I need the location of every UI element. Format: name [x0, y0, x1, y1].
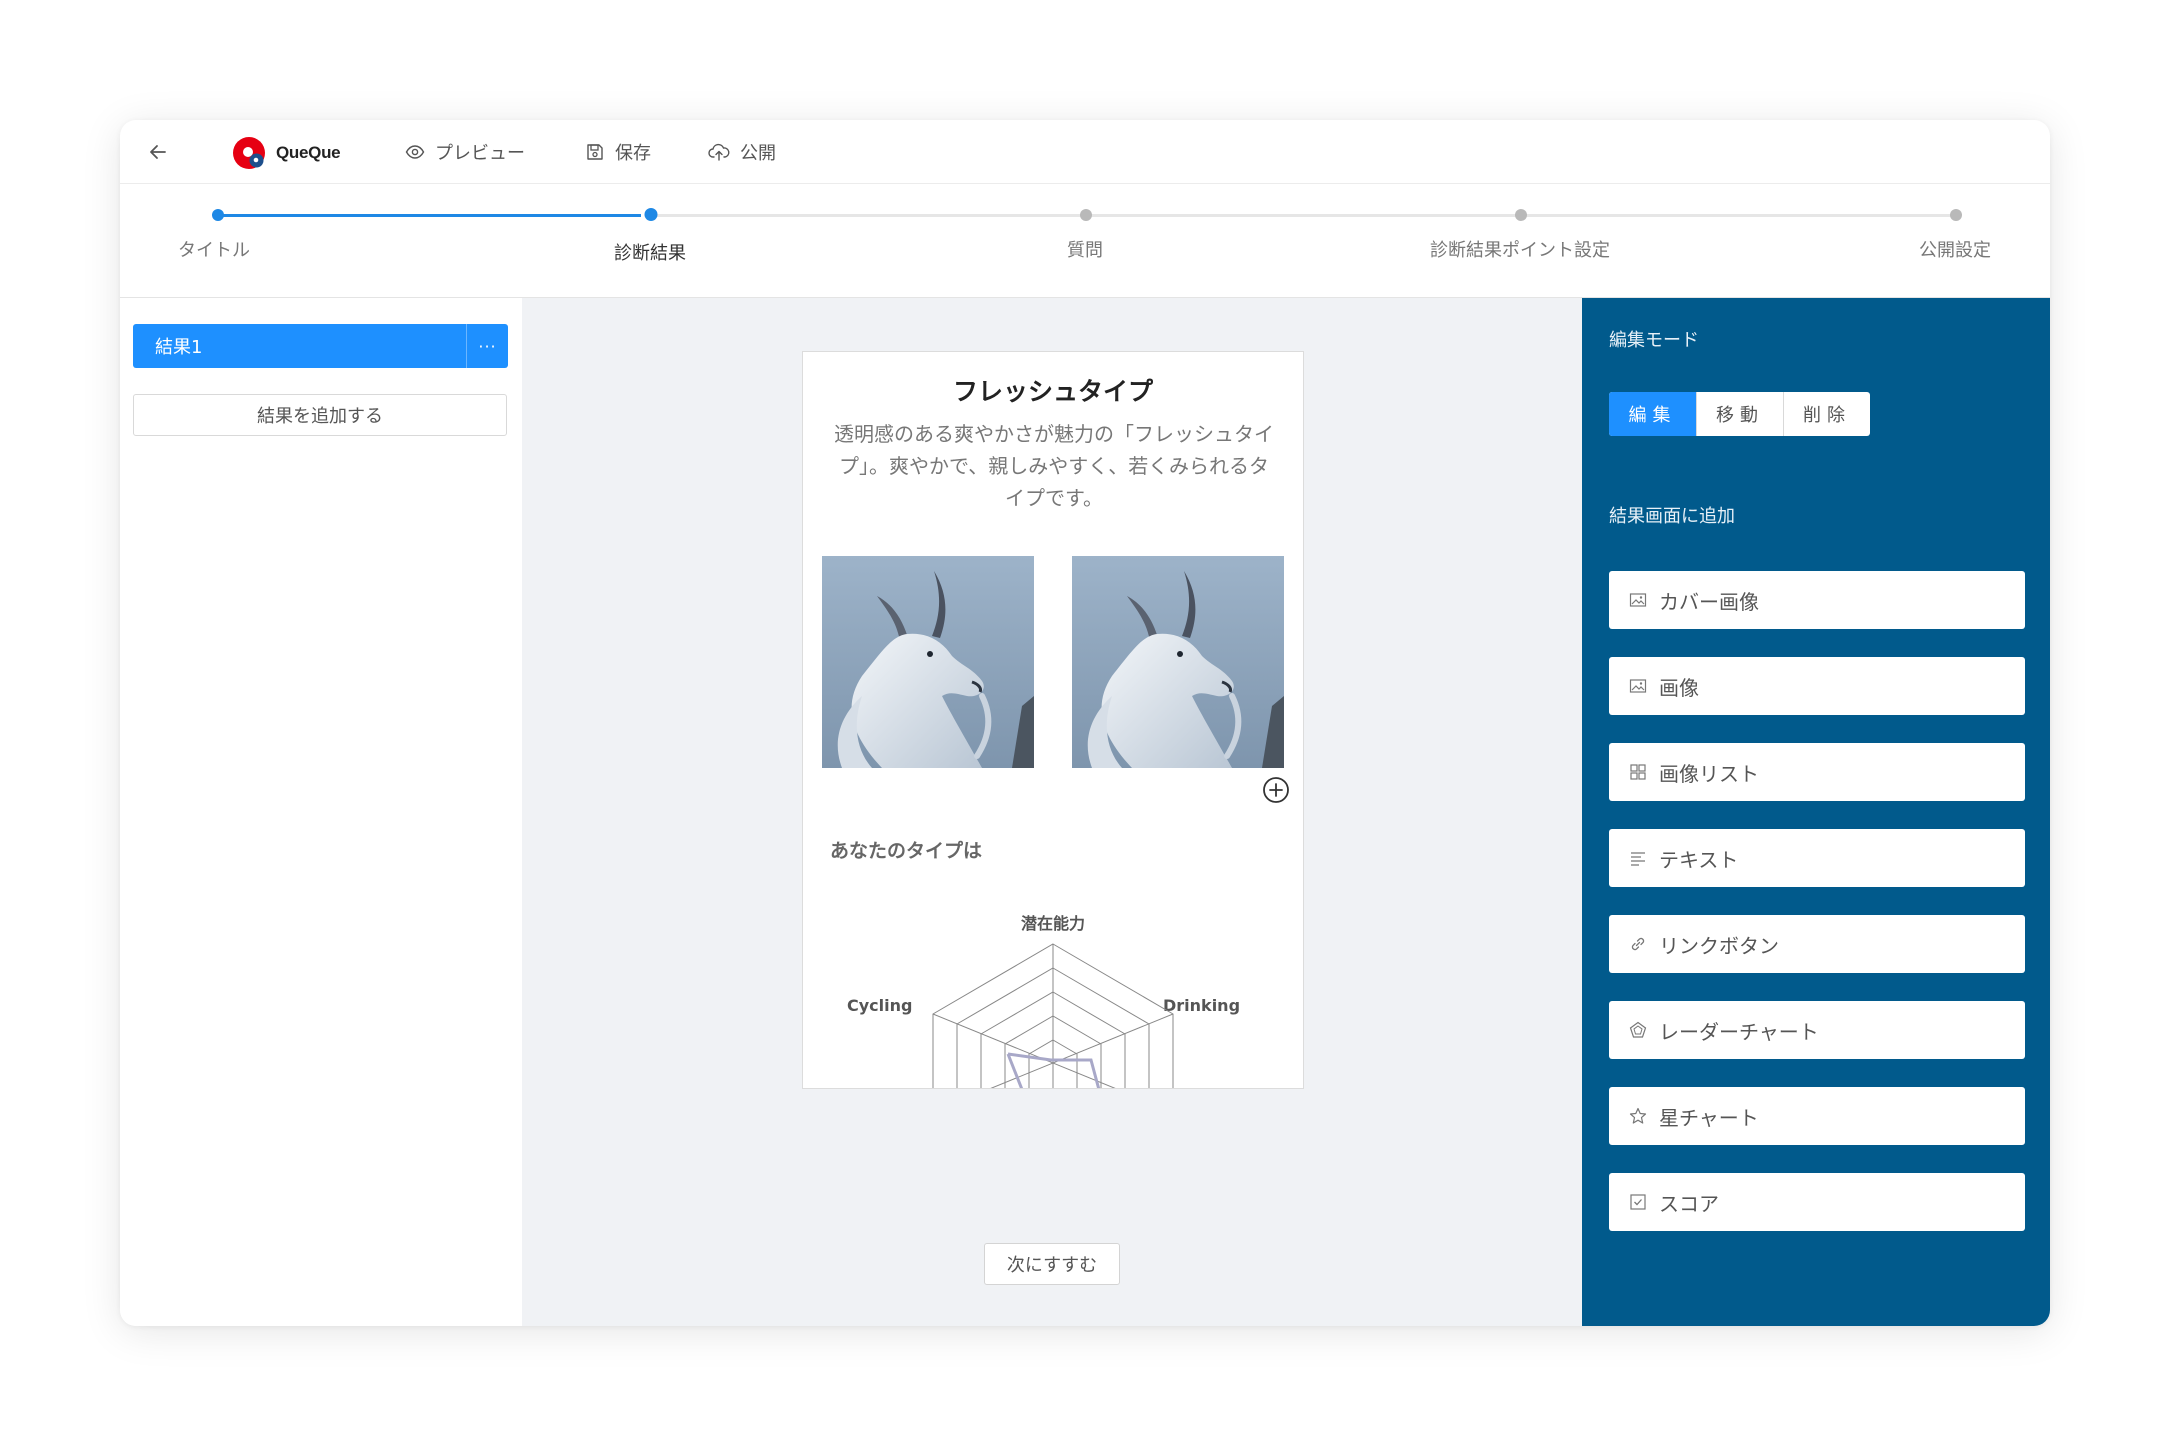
add-radar-chart-button[interactable]: レーダーチャート: [1609, 1001, 2025, 1059]
result-list-item[interactable]: 結果1 ···: [133, 324, 508, 368]
radar-label-right: Drinking: [1163, 996, 1240, 1015]
more-options-button[interactable]: ···: [466, 324, 508, 368]
step-dot-point-settings[interactable]: [1515, 209, 1527, 221]
eye-icon: [405, 145, 425, 159]
checkbox-icon: [1630, 1194, 1646, 1210]
publish-label: 公開: [740, 143, 776, 164]
step-label-publish-settings[interactable]: 公開設定: [1919, 236, 1991, 262]
step-dot-questions[interactable]: [1080, 209, 1092, 221]
mode-segmented-control: 編集 移動 削除: [1609, 392, 1870, 436]
add-item-label: 画像リスト: [1659, 761, 1759, 786]
add-result-button[interactable]: 結果を追加する: [133, 394, 507, 436]
radar-label-top: 潜在能力: [1021, 914, 1085, 933]
add-item-label: スコア: [1659, 1191, 1719, 1216]
add-item-label: カバー画像: [1659, 589, 1759, 614]
result-title[interactable]: フレッシュタイプ: [803, 372, 1303, 408]
stepper-line-completed: [218, 214, 641, 217]
step-dot-results[interactable]: [644, 208, 658, 221]
save-button[interactable]: 保存: [585, 138, 651, 166]
add-image-button[interactable]: 画像: [1609, 657, 2025, 715]
type-heading: あなたのタイプは: [830, 840, 983, 862]
logo[interactable]: QueQue: [232, 136, 341, 170]
add-item-label: リンクボタン: [1659, 933, 1779, 958]
arrow-left-icon: [150, 145, 166, 159]
radar-icon: [1629, 1021, 1647, 1038]
results-sidebar: 結果1 ··· 結果を追加する: [120, 298, 522, 1326]
stepper-line-remaining: [655, 214, 1960, 217]
result-item-label: 結果1: [155, 337, 203, 358]
step-label-results[interactable]: 診断結果: [614, 239, 686, 265]
mode-move-button[interactable]: 移動: [1696, 392, 1783, 436]
image-icon: [1629, 679, 1647, 693]
edit-panel: 編集モード 編集 移動 削除 結果画面に追加 カバー画像 画像 画像リスト テキ…: [1582, 298, 2050, 1326]
step-label-questions[interactable]: 質問: [1067, 236, 1103, 262]
edit-mode-title: 編集モード: [1609, 330, 1699, 351]
preview-label: プレビュー: [435, 143, 525, 164]
add-cover-image-button[interactable]: カバー画像: [1609, 571, 2025, 629]
add-text-button[interactable]: テキスト: [1609, 829, 2025, 887]
radar-chart: 潜在能力 Cycling Drinking: [847, 914, 1240, 1088]
add-to-result-title: 結果画面に追加: [1609, 506, 1735, 527]
editor-canvas: フレッシュタイプ 透明感のある爽やかさが魅力の「フレッシュタイプ」。爽やかで、親…: [522, 298, 1582, 1326]
app-window: QueQue プレビュー 保存 公開 タイトル 診断結果 質問 診断結果ポイント…: [120, 120, 2050, 1326]
add-link-button-button[interactable]: リンクボタン: [1609, 915, 2025, 973]
add-item-label: テキスト: [1659, 847, 1739, 872]
goat-image-2[interactable]: [1072, 556, 1284, 768]
step-dot-publish-settings[interactable]: [1950, 209, 1962, 221]
add-image-plus-icon[interactable]: [1262, 776, 1290, 804]
result-preview-card: フレッシュタイプ 透明感のある爽やかさが魅力の「フレッシュタイプ」。爽やかで、親…: [802, 351, 1304, 1089]
publish-button[interactable]: 公開: [708, 138, 776, 166]
progress-stepper: タイトル 診断結果 質問 診断結果ポイント設定 公開設定: [120, 184, 2050, 298]
add-block-list: カバー画像 画像 画像リスト テキスト リンクボタン レーダーチャート 星チャー…: [1609, 571, 2025, 1259]
add-star-chart-button[interactable]: 星チャート: [1609, 1087, 2025, 1145]
result-description[interactable]: 透明感のある爽やかさが魅力の「フレッシュタイプ」。爽やかで、親しみやすく、若くみ…: [833, 418, 1275, 514]
step-label-point-settings[interactable]: 診断結果ポイント設定: [1430, 236, 1610, 262]
goat-image-1[interactable]: [822, 556, 1034, 768]
mode-delete-button[interactable]: 削除: [1783, 392, 1870, 436]
step-label-title[interactable]: タイトル: [178, 236, 250, 262]
preview-button[interactable]: プレビュー: [405, 138, 525, 166]
add-item-label: レーダーチャート: [1659, 1019, 1819, 1044]
next-button[interactable]: 次にすすむ: [984, 1243, 1120, 1285]
image-icon: [1629, 593, 1647, 607]
save-label: 保存: [615, 143, 651, 164]
cloud-upload-icon: [708, 143, 730, 161]
add-item-label: 星チャート: [1659, 1105, 1759, 1130]
logo-mark-icon: [233, 137, 265, 169]
floppy-disk-icon: [587, 144, 603, 160]
link-icon: [1631, 937, 1645, 951]
logo-text: QueQue: [276, 143, 341, 162]
add-image-list-button[interactable]: 画像リスト: [1609, 743, 2025, 801]
back-button[interactable]: [142, 136, 174, 168]
grid-icon: [1630, 764, 1646, 780]
top-bar: QueQue プレビュー 保存 公開: [120, 120, 2050, 184]
add-score-button[interactable]: スコア: [1609, 1173, 2025, 1231]
add-item-label: 画像: [1659, 675, 1699, 700]
star-icon: [1629, 1107, 1647, 1124]
step-dot-title[interactable]: [212, 209, 224, 221]
text-lines-icon: [1631, 852, 1645, 866]
mode-edit-button[interactable]: 編集: [1609, 392, 1696, 436]
radar-label-left: Cycling: [847, 996, 912, 1015]
